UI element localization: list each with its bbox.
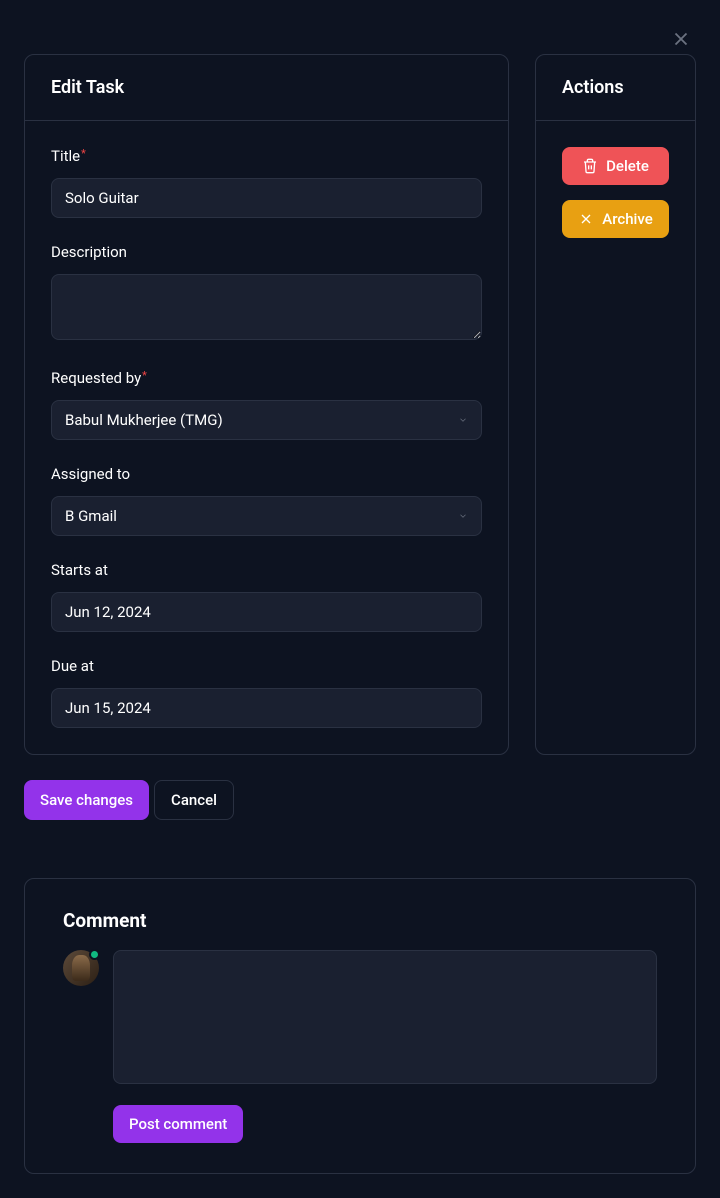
requested-by-label-text: Requested by [51, 369, 141, 387]
edit-task-header: Edit Task [25, 55, 508, 121]
form-actions: Save changes Cancel [24, 780, 696, 820]
chevron-down-icon [458, 511, 468, 521]
assigned-to-group: Assigned to B Gmail [51, 465, 482, 536]
delete-button[interactable]: Delete [562, 147, 669, 185]
close-button[interactable] [666, 24, 696, 57]
assigned-to-label: Assigned to [51, 465, 482, 483]
title-group: Title* [51, 147, 482, 218]
delete-label: Delete [606, 157, 649, 175]
actions-header: Actions [536, 55, 695, 121]
requested-by-group: Requested by* Babul Mukherjee (TMG) [51, 369, 482, 440]
requested-by-select[interactable]: Babul Mukherjee (TMG) [51, 400, 482, 440]
main-grid: Edit Task Title* Description Requested b… [24, 54, 696, 755]
comment-row: Post comment [63, 950, 657, 1143]
description-textarea[interactable] [51, 274, 482, 340]
starts-at-group: Starts at [51, 561, 482, 632]
presence-indicator-icon [89, 949, 100, 960]
archive-label: Archive [602, 210, 652, 228]
due-at-input[interactable] [51, 688, 482, 728]
post-button-row: Post comment [113, 1105, 657, 1143]
description-group: Description [51, 243, 482, 344]
requested-by-label: Requested by* [51, 369, 482, 387]
comment-title: Comment [63, 909, 657, 932]
requested-by-value: Babul Mukherjee (TMG) [65, 411, 223, 429]
title-input[interactable] [51, 178, 482, 218]
due-at-label: Due at [51, 657, 482, 675]
comment-textarea[interactable] [113, 950, 657, 1084]
description-label: Description [51, 243, 482, 261]
avatar-wrap [63, 950, 99, 986]
actions-body: Delete Archive [536, 121, 695, 264]
required-marker: * [142, 369, 147, 382]
x-icon [578, 211, 594, 227]
save-changes-button[interactable]: Save changes [24, 780, 149, 820]
trash-icon [582, 158, 598, 174]
post-comment-button[interactable]: Post comment [113, 1105, 243, 1143]
edit-task-card: Edit Task Title* Description Requested b… [24, 54, 509, 755]
actions-card: Actions Delete Archive [535, 54, 696, 755]
avatar-image [72, 955, 90, 981]
archive-button[interactable]: Archive [562, 200, 669, 238]
close-icon [670, 28, 692, 50]
chevron-down-icon [458, 415, 468, 425]
title-label: Title* [51, 147, 482, 165]
cancel-button[interactable]: Cancel [154, 780, 234, 820]
comment-input-wrap: Post comment [113, 950, 657, 1143]
due-at-group: Due at [51, 657, 482, 728]
edit-task-body: Title* Description Requested by* Babul M… [25, 121, 508, 754]
actions-title: Actions [562, 77, 669, 98]
edit-task-title: Edit Task [51, 77, 482, 98]
starts-at-label: Starts at [51, 561, 482, 579]
assigned-to-select[interactable]: B Gmail [51, 496, 482, 536]
comment-section: Comment Post comment [24, 878, 696, 1174]
title-label-text: Title [51, 147, 80, 165]
required-marker: * [81, 147, 86, 160]
starts-at-input[interactable] [51, 592, 482, 632]
assigned-to-value: B Gmail [65, 507, 117, 525]
